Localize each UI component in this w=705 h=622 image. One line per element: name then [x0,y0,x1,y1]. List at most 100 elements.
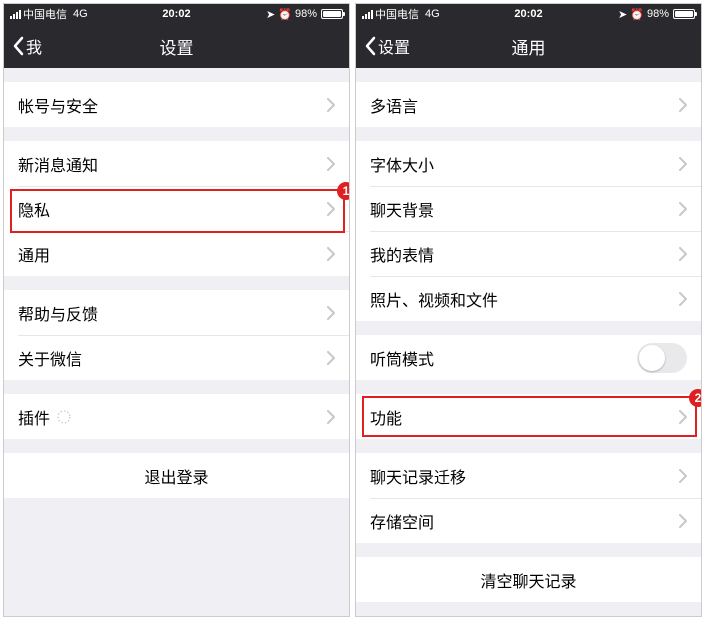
nav-bar: 设置 通用 [356,24,701,68]
cell-label: 聊天记录迁移 [370,464,466,488]
group-storage: 聊天记录迁移 存储空间 [356,453,701,543]
cell-label: 隐私 [18,197,50,221]
cell-chat-bg[interactable]: 聊天背景 [356,186,701,231]
chevron-right-icon [327,247,335,261]
cell-privacy[interactable]: 隐私 [4,186,349,231]
status-left: 中国电信 4G [362,6,440,22]
status-bar: 中国电信 4G 20:02 ➤ ⏰ 98% [4,4,349,24]
cell-label: 新消息通知 [18,152,98,176]
carrier-label: 中国电信 [375,6,419,22]
chevron-right-icon [327,306,335,320]
cell-storage[interactable]: 存储空间 [356,498,701,543]
status-time: 20:02 [514,8,542,20]
phone-right: 中国电信 4G 20:02 ➤ ⏰ 98% 设置 通用 多语言 [355,3,702,617]
cell-earpiece-mode[interactable]: 听筒模式 [356,335,701,380]
status-right: ➤ ⏰ 98% [266,8,343,21]
cell-label: 帐号与安全 [18,93,98,117]
cell-language[interactable]: 多语言 [356,82,701,127]
settings-content[interactable]: 帐号与安全 新消息通知 隐私 通用 [4,68,349,616]
battery-icon [673,9,695,19]
status-time: 20:02 [162,8,190,20]
cell-label: 字体大小 [370,152,434,176]
chevron-right-icon [327,351,335,365]
cell-media-files[interactable]: 照片、视频和文件 [356,276,701,321]
cell-label: 照片、视频和文件 [370,287,498,311]
battery-icon [321,9,343,19]
cell-label: 听筒模式 [370,346,434,370]
cell-general[interactable]: 通用 [4,231,349,276]
group-appearance: 字体大小 聊天背景 我的表情 照片、视频和文件 [356,141,701,321]
cell-label: 关于微信 [18,346,82,370]
chevron-left-icon [364,36,376,56]
nav-back-label: 我 [26,34,42,58]
location-icon: ➤ [266,8,275,21]
chevron-right-icon [327,98,335,112]
chevron-right-icon [679,514,687,528]
group-logout: 退出登录 [4,453,349,498]
network-label: 4G [425,8,440,20]
logout-label: 退出登录 [144,464,208,488]
status-right: ➤ ⏰ 98% [618,8,695,21]
chevron-right-icon [679,202,687,216]
status-left: 中国电信 4G [10,6,88,22]
clear-chat-label: 清空聊天记录 [480,568,576,592]
cell-label: 存储空间 [370,509,434,533]
cell-logout[interactable]: 退出登录 [4,453,349,498]
chevron-right-icon [327,157,335,171]
group-help: 帮助与反馈 关于微信 [4,290,349,380]
cell-plugins[interactable]: 插件 [4,394,349,439]
battery-pct: 98% [647,8,669,20]
battery-pct: 98% [295,8,317,20]
cell-label: 我的表情 [370,242,434,266]
phone-left: 中国电信 4G 20:02 ➤ ⏰ 98% 我 设置 帐号与安全 [3,3,350,617]
group-features: 功能 [356,394,701,439]
nav-title: 设置 [160,34,194,59]
group-clear: 清空聊天记录 [356,557,701,602]
status-bar: 中国电信 4G 20:02 ➤ ⏰ 98% [356,4,701,24]
chevron-right-icon [327,410,335,424]
cell-label: 功能 [370,405,402,429]
chevron-right-icon [679,247,687,261]
screenshot-pair: 中国电信 4G 20:02 ➤ ⏰ 98% 我 设置 帐号与安全 [0,0,705,620]
plugins-icon [56,409,72,425]
signal-icon [362,10,373,19]
chevron-right-icon [679,410,687,424]
group-account: 帐号与安全 [4,82,349,127]
cell-label: 通用 [18,242,50,266]
chevron-right-icon [679,98,687,112]
chevron-right-icon [679,469,687,483]
cell-font-size[interactable]: 字体大小 [356,141,701,186]
cell-features[interactable]: 功能 [356,394,701,439]
network-label: 4G [73,8,88,20]
cell-new-message[interactable]: 新消息通知 [4,141,349,186]
chevron-right-icon [327,202,335,216]
cell-label: 多语言 [370,93,418,117]
chevron-right-icon [679,157,687,171]
alarm-icon: ⏰ [278,8,292,21]
cell-stickers[interactable]: 我的表情 [356,231,701,276]
alarm-icon: ⏰ [630,8,644,21]
signal-icon [10,10,21,19]
nav-back-button[interactable]: 设置 [364,34,410,58]
nav-bar: 我 设置 [4,24,349,68]
cell-clear-chat[interactable]: 清空聊天记录 [356,557,701,602]
cell-about[interactable]: 关于微信 [4,335,349,380]
chevron-left-icon [12,36,24,56]
nav-back-label: 设置 [378,34,410,58]
cell-help-feedback[interactable]: 帮助与反馈 [4,290,349,335]
general-content[interactable]: 多语言 字体大小 聊天背景 我的表情 照片、视频和文件 [356,68,701,616]
earpiece-toggle[interactable] [637,343,687,373]
cell-chat-migration[interactable]: 聊天记录迁移 [356,453,701,498]
annotation-badge-2: 2 [689,389,702,407]
cell-label: 帮助与反馈 [18,301,98,325]
group-notifications: 新消息通知 隐私 通用 [4,141,349,276]
nav-title: 通用 [512,34,546,59]
annotation-badge-1: 1 [337,182,350,200]
cell-label: 插件 [18,405,50,429]
carrier-label: 中国电信 [23,6,67,22]
group-earpiece: 听筒模式 [356,335,701,380]
cell-label: 聊天背景 [370,197,434,221]
cell-account-security[interactable]: 帐号与安全 [4,82,349,127]
location-icon: ➤ [618,8,627,21]
nav-back-button[interactable]: 我 [12,34,42,58]
